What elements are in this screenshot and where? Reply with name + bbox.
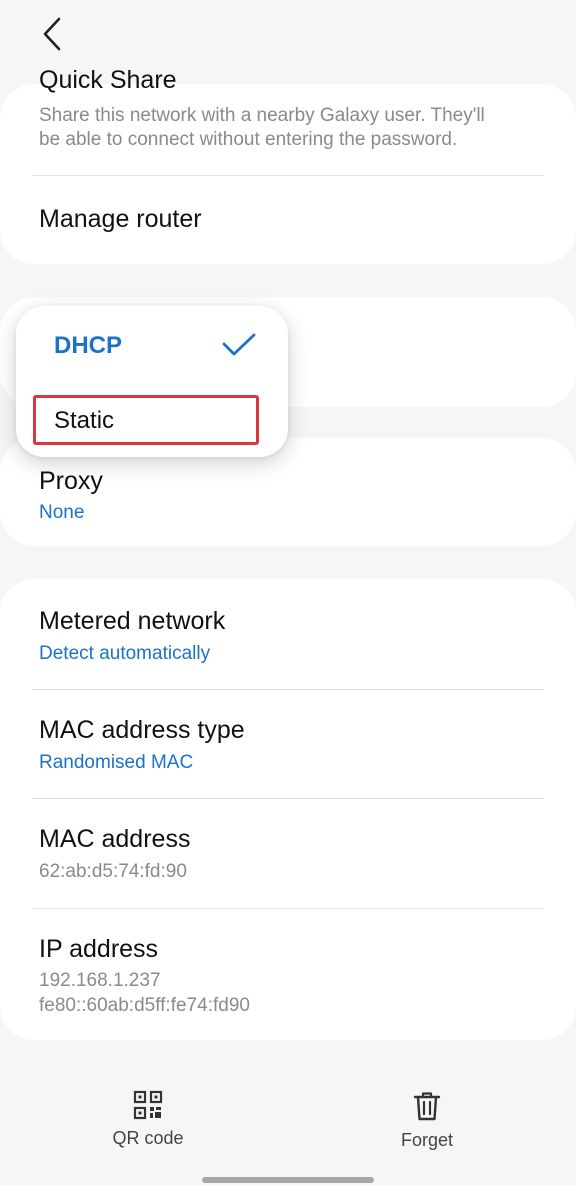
metered-network-value: Detect automatically — [39, 643, 211, 664]
mac-address-type-title: MAC address type — [39, 716, 245, 744]
trash-icon — [413, 1092, 441, 1121]
network-details-card: Metered network Detect automatically MAC… — [0, 579, 576, 1040]
menu-option-dhcp-label: DHCP — [54, 332, 123, 359]
quick-share-title: Quick Share — [39, 66, 177, 94]
ip-address-item: IP address 192.168.1.237 fe80::60ab:d5ff… — [0, 909, 576, 1039]
manage-router-title: Manage router — [39, 205, 202, 233]
quick-share-description-line1: Share this network with a nearby Galaxy … — [39, 105, 485, 126]
mac-address-item: MAC address 62:ab:d5:74:fd:90 — [0, 799, 576, 907]
proxy-title: Proxy — [39, 467, 103, 495]
manage-router-item[interactable]: Manage router — [0, 176, 576, 264]
ip-address-title: IP address — [39, 935, 159, 963]
ip-address-v4: 192.168.1.237 — [39, 970, 161, 991]
qr-code-label: QR code — [112, 1128, 184, 1148]
ip-address-v6: fe80::60ab:d5ff:fe74:fd90 — [39, 995, 250, 1016]
quick-share-description-line2: be able to connect without entering the … — [39, 129, 458, 150]
sharing-card: Quick Share Share this network with a ne… — [0, 66, 576, 264]
qr-code-button[interactable]: QR code — [78, 1090, 218, 1149]
forget-button[interactable]: Forget — [357, 1090, 497, 1151]
ip-settings-popup-menu: DHCP Static — [16, 306, 288, 457]
forget-label: Forget — [400, 1130, 454, 1150]
back-button[interactable] — [30, 12, 74, 56]
qr-code-icon — [133, 1090, 163, 1120]
checkmark-icon — [222, 333, 256, 356]
proxy-value: None — [39, 502, 85, 523]
mac-address-type-item[interactable]: MAC address type Randomised MAC — [0, 690, 576, 798]
metered-network-item[interactable]: Metered network Detect automatically — [0, 579, 576, 689]
mac-address-title: MAC address — [39, 825, 191, 853]
mac-address-type-value: Randomised MAC — [39, 752, 194, 773]
menu-option-dhcp[interactable]: DHCP — [16, 306, 288, 386]
metered-network-title: Metered network — [39, 607, 226, 635]
mac-address-value: 62:ab:d5:74:fd:90 — [39, 861, 187, 882]
menu-option-static[interactable]: Static — [16, 392, 288, 450]
chevron-left-icon — [43, 17, 61, 51]
home-indicator[interactable] — [202, 1177, 374, 1183]
menu-option-static-label: Static — [54, 407, 115, 434]
